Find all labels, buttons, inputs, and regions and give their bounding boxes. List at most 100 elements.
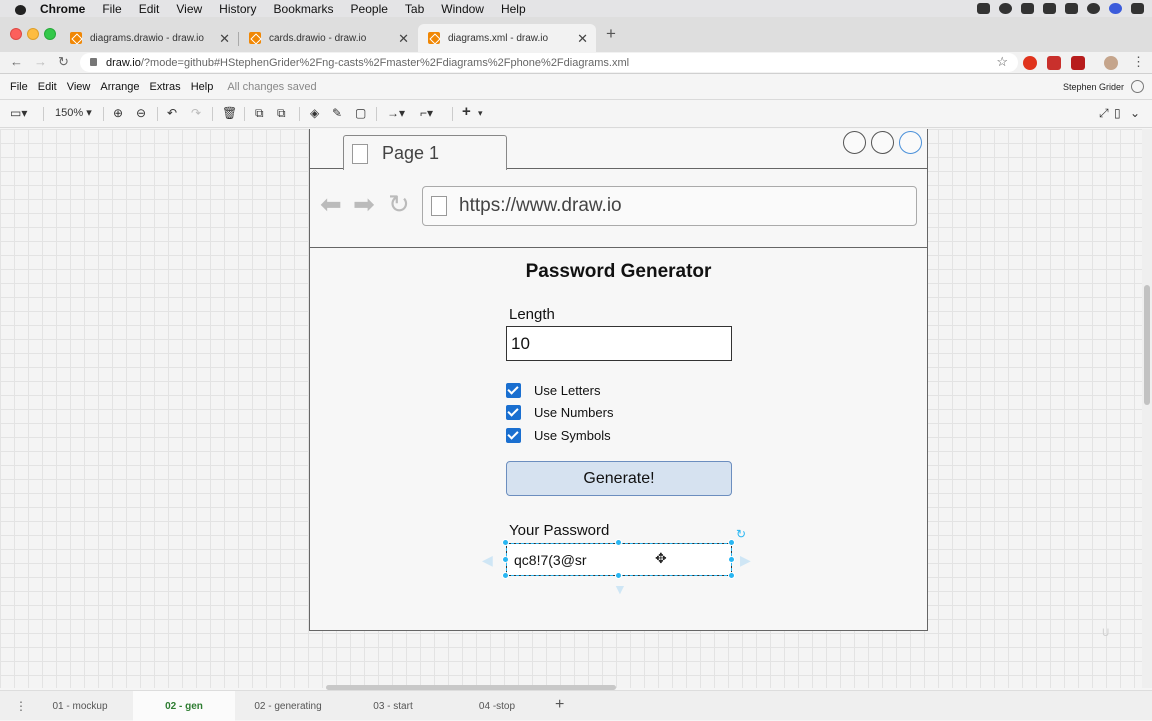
chevron-down-icon[interactable]: ▾ bbox=[478, 108, 483, 119]
notification-center-icon[interactable] bbox=[1131, 3, 1144, 14]
browser-tab-1[interactable]: diagrams.drawio - draw.io ✕ bbox=[60, 24, 238, 52]
drawio-menu-arrange[interactable]: Arrange bbox=[100, 81, 139, 93]
drawio-menu-view[interactable]: View bbox=[67, 81, 91, 93]
checkbox-checked-icon[interactable] bbox=[506, 405, 521, 420]
browser-tab-3-active[interactable]: diagrams.xml - draw.io ✕ bbox=[418, 24, 596, 52]
connection-style-icon[interactable]: →▾ bbox=[387, 106, 405, 120]
close-tab-icon[interactable]: ✕ bbox=[398, 31, 409, 47]
page-tab-gen-active[interactable]: 02 - gen bbox=[133, 691, 235, 721]
length-label[interactable]: Length bbox=[509, 306, 555, 323]
rotate-handle-icon[interactable]: ↻ bbox=[736, 527, 746, 541]
hangouts-icon[interactable] bbox=[999, 3, 1012, 14]
battery-icon[interactable] bbox=[1065, 3, 1078, 14]
to-back-icon[interactable]: ⧉ bbox=[277, 106, 286, 121]
length-input[interactable]: 10 bbox=[506, 326, 732, 361]
close-tab-icon[interactable]: ✕ bbox=[577, 31, 588, 47]
menu-help[interactable]: Help bbox=[501, 2, 526, 16]
drawio-menu-file[interactable]: File bbox=[10, 81, 28, 93]
address-bar[interactable]: draw.io /?mode=github#HStephenGrider%2Fn… bbox=[80, 53, 1018, 72]
forward-arrow-icon[interactable]: → bbox=[34, 54, 47, 69]
vertical-scrollbar[interactable] bbox=[1142, 129, 1152, 688]
menu-people[interactable]: People bbox=[351, 2, 388, 16]
page-tab-stop[interactable]: 04 -stop bbox=[446, 691, 548, 721]
menu-history[interactable]: History bbox=[219, 2, 256, 16]
redo-icon[interactable]: ↷ bbox=[191, 106, 201, 120]
fullscreen-icon[interactable]: ⤢ bbox=[1099, 106, 1109, 121]
use-symbols-option[interactable]: Use Symbols bbox=[506, 428, 611, 443]
scrollbar-thumb[interactable] bbox=[1144, 285, 1150, 405]
connect-left-arrow-icon[interactable]: ◀ bbox=[482, 552, 493, 569]
resize-handle[interactable] bbox=[728, 556, 735, 563]
collapse-chevron-icon[interactable]: ⌄ bbox=[1130, 106, 1140, 120]
use-letters-option[interactable]: Use Letters bbox=[506, 383, 600, 398]
profile-avatar[interactable] bbox=[1104, 56, 1118, 70]
ublock-extension-icon[interactable] bbox=[1071, 56, 1085, 70]
spotlight-search-icon[interactable] bbox=[1087, 3, 1100, 14]
drawio-menu-help[interactable]: Help bbox=[191, 81, 214, 93]
resize-handle[interactable] bbox=[502, 572, 509, 579]
user-name[interactable]: Stephen Grider bbox=[1063, 82, 1124, 92]
glasses-icon[interactable] bbox=[1021, 3, 1034, 14]
zoom-select[interactable]: 150% ▾ bbox=[55, 106, 92, 119]
delete-icon[interactable]: 🗑 bbox=[222, 106, 237, 120]
siri-icon[interactable] bbox=[1109, 3, 1122, 14]
menu-app-name[interactable]: Chrome bbox=[40, 2, 85, 16]
shadow-icon[interactable]: ▢ bbox=[355, 106, 366, 120]
browser-tab-2[interactable]: cards.drawio - draw.io ✕ bbox=[239, 24, 417, 52]
insert-plus-icon[interactable]: + bbox=[462, 103, 471, 120]
browser-mockup-shape[interactable]: Page 1 ⬅ ➡ ↻ https://www.draw.io Passwor… bbox=[309, 129, 928, 631]
creative-cloud-icon[interactable] bbox=[977, 3, 990, 14]
page-tab-mockup[interactable]: 01 - mockup bbox=[30, 691, 130, 721]
zoom-in-icon[interactable]: ⊕ bbox=[113, 106, 123, 120]
close-tab-icon[interactable]: ✕ bbox=[219, 31, 230, 47]
checkbox-checked-icon[interactable] bbox=[506, 383, 521, 398]
menu-bookmarks[interactable]: Bookmarks bbox=[274, 2, 334, 16]
page-tab-generating[interactable]: 02 - generating bbox=[238, 691, 338, 721]
resize-handle[interactable] bbox=[728, 539, 735, 546]
format-panel-icon[interactable]: ▭▾ bbox=[10, 106, 27, 120]
drawio-menu-edit[interactable]: Edit bbox=[38, 81, 57, 93]
new-tab-icon[interactable]: + bbox=[606, 24, 616, 44]
zoom-window-button[interactable] bbox=[44, 28, 56, 40]
generate-button[interactable]: Generate! bbox=[506, 461, 732, 496]
connect-down-arrow-icon[interactable]: ▼ bbox=[613, 581, 627, 597]
bookmark-star-icon[interactable]: ☆ bbox=[996, 54, 1008, 70]
reload-icon[interactable]: ↻ bbox=[58, 54, 69, 70]
add-page-icon[interactable]: + bbox=[555, 696, 564, 714]
resize-handle[interactable] bbox=[502, 539, 509, 546]
back-arrow-icon[interactable]: ← bbox=[10, 54, 23, 69]
menu-file[interactable]: File bbox=[102, 2, 121, 16]
chrome-menu-icon[interactable]: ⋮ bbox=[1132, 54, 1145, 70]
resize-handle[interactable] bbox=[502, 556, 509, 563]
checkbox-checked-icon[interactable] bbox=[506, 428, 521, 443]
to-front-icon[interactable]: ⧉ bbox=[255, 106, 264, 121]
zoom-out-icon[interactable]: ⊖ bbox=[136, 106, 146, 120]
menu-tab[interactable]: Tab bbox=[405, 2, 424, 16]
apple-icon[interactable] bbox=[14, 3, 28, 15]
undo-icon[interactable]: ↶ bbox=[167, 106, 177, 120]
minimize-window-button[interactable] bbox=[27, 28, 39, 40]
use-numbers-option[interactable]: Use Numbers bbox=[506, 405, 613, 420]
menu-view[interactable]: View bbox=[176, 2, 202, 16]
resize-handle[interactable] bbox=[728, 572, 735, 579]
wifi-icon[interactable] bbox=[1043, 3, 1056, 14]
language-globe-icon[interactable] bbox=[1131, 80, 1144, 93]
password-generator-title[interactable]: Password Generator bbox=[310, 261, 927, 283]
waypoints-icon[interactable]: ⌐▾ bbox=[420, 106, 433, 120]
close-window-button[interactable] bbox=[10, 28, 22, 40]
lastpass-extension-icon[interactable] bbox=[1047, 56, 1061, 70]
your-password-label[interactable]: Your Password bbox=[509, 522, 609, 539]
panel-toggle-icon[interactable]: ▯ bbox=[1114, 106, 1121, 120]
drawio-menu-extras[interactable]: Extras bbox=[150, 81, 181, 93]
connect-right-arrow-icon[interactable]: ▶ bbox=[740, 552, 751, 569]
diagram-canvas[interactable]: Page 1 ⬅ ➡ ↻ https://www.draw.io Passwor… bbox=[0, 129, 1142, 688]
resize-handle[interactable] bbox=[615, 539, 622, 546]
menu-edit[interactable]: Edit bbox=[139, 2, 160, 16]
line-color-icon[interactable]: ✎ bbox=[332, 106, 342, 120]
resize-handle[interactable] bbox=[615, 572, 622, 579]
opera-extension-icon[interactable] bbox=[1023, 56, 1037, 70]
menu-window[interactable]: Window bbox=[441, 2, 484, 16]
fill-color-icon[interactable]: ◈ bbox=[310, 106, 319, 120]
pages-menu-icon[interactable]: ⋮ bbox=[15, 699, 27, 713]
page-tab-start[interactable]: 03 - start bbox=[342, 691, 444, 721]
